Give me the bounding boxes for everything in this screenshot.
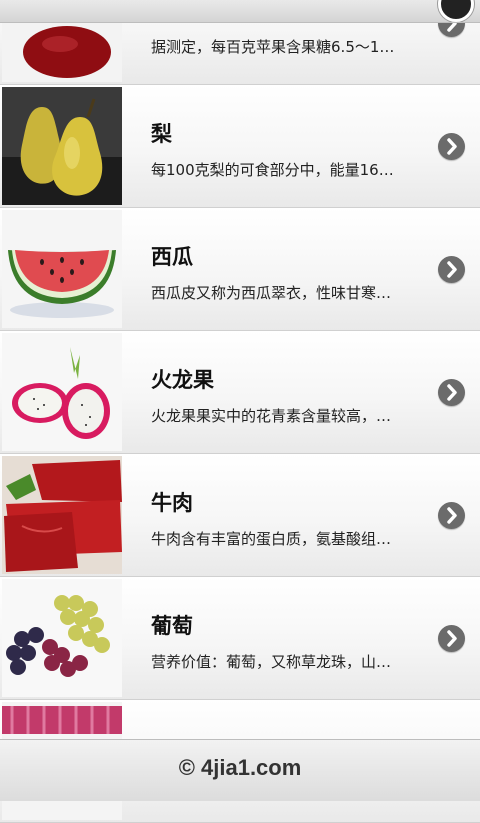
chevron-right-icon[interactable] bbox=[438, 133, 465, 160]
list-item[interactable]: 梨 每100克梨的可食部分中，能量16… bbox=[0, 85, 480, 208]
beef-image bbox=[2, 456, 122, 574]
grape-image bbox=[2, 579, 122, 697]
pear-image bbox=[2, 87, 122, 205]
item-title: 西瓜 bbox=[151, 245, 193, 269]
item-description: 火龙果果实中的花青素含量较高，… bbox=[151, 407, 392, 425]
list-item[interactable]: 西瓜 西瓜皮又称为西瓜翠衣，性味甘寒… bbox=[0, 208, 480, 331]
list-item[interactable]: 葡萄 营养价值：葡萄，又称草龙珠，山… bbox=[0, 577, 480, 700]
chevron-right-icon[interactable] bbox=[438, 256, 465, 283]
item-description: 营养价值：葡萄，又称草龙珠，山… bbox=[151, 653, 392, 671]
list-item[interactable]: 火龙果 火龙果果实中的花青素含量较高，… bbox=[0, 331, 480, 454]
item-title: 牛肉 bbox=[151, 491, 193, 515]
menu-button[interactable] bbox=[438, 0, 474, 22]
item-description: 牛肉含有丰富的蛋白质，氨基酸组… bbox=[151, 530, 392, 548]
chevron-right-icon[interactable] bbox=[438, 502, 465, 529]
item-title: 火龙果 bbox=[151, 368, 214, 392]
item-description: 西瓜皮又称为西瓜翠衣，性味甘寒… bbox=[151, 284, 392, 302]
item-description: 据测定，每百克苹果含果糖6.5～1… bbox=[151, 38, 395, 56]
item-description: 每100克梨的可食部分中，能量16… bbox=[151, 161, 394, 179]
watermelon-image bbox=[2, 210, 122, 328]
title-bar bbox=[0, 0, 480, 23]
dragonfruit-image bbox=[2, 333, 122, 451]
item-title: 梨 bbox=[151, 122, 172, 146]
footer-copyright: © 4jia1.com bbox=[0, 739, 480, 801]
chevron-right-icon[interactable] bbox=[438, 379, 465, 406]
list-item[interactable]: 牛肉 牛肉含有丰富的蛋白质，氨基酸组… bbox=[0, 454, 480, 577]
chevron-right-icon[interactable] bbox=[438, 625, 465, 652]
food-list: 据测定，每百克苹果含果糖6.5～1… 梨 每100克梨的可食部分中，能量16… bbox=[0, 0, 480, 823]
item-title: 葡萄 bbox=[151, 614, 193, 638]
